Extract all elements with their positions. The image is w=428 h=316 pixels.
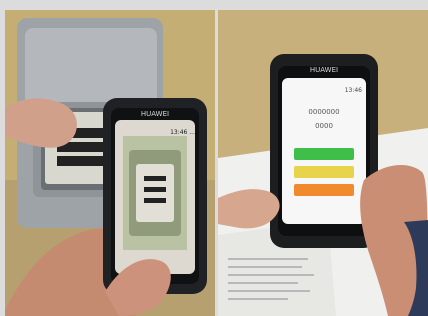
photo-pair: HUAWEI 13:46 ... HUAWEI 13:46 0000000 00… — [0, 0, 428, 316]
left-phone-status: 13:46 ... — [170, 129, 195, 136]
right-photo-art: HUAWEI 13:46 0000000 0000 — [218, 10, 428, 316]
right-phone-status: 13:46 — [345, 87, 362, 94]
screen-line-1: 0000000 — [308, 108, 339, 116]
orange-button[interactable] — [294, 184, 354, 196]
left-phone-brand: HUAWEI — [141, 110, 169, 118]
screen-line-2: 0000 — [315, 122, 333, 130]
left-photo: HUAWEI 13:46 ... — [5, 10, 215, 316]
right-phone-brand: HUAWEI — [310, 66, 338, 74]
left-photo-art: HUAWEI 13:46 ... — [5, 10, 215, 316]
yellow-button[interactable] — [294, 166, 354, 178]
green-button[interactable] — [294, 148, 354, 160]
right-photo: HUAWEI 13:46 0000000 0000 — [218, 10, 428, 316]
